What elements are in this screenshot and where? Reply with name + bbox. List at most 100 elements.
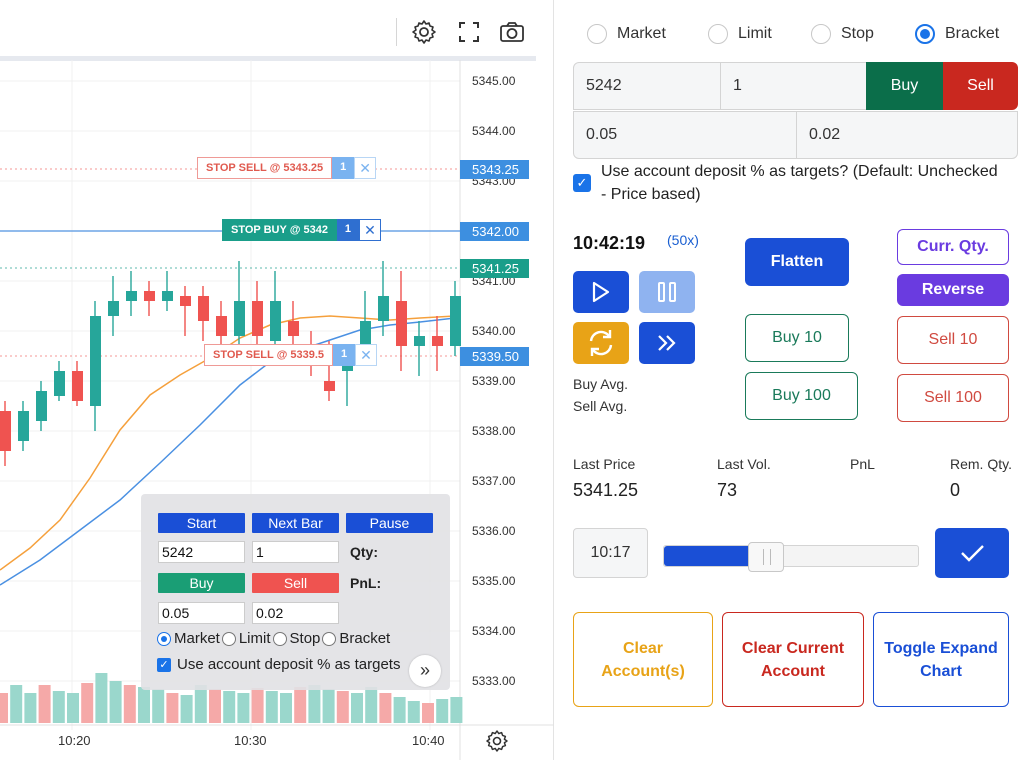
take-profit-input[interactable]: 0.05	[573, 111, 797, 159]
checkbox-checked-icon[interactable]: ✓	[157, 657, 171, 672]
qty-input[interactable]: 1	[720, 62, 867, 110]
rem-qty-label: Rem. Qty.	[950, 456, 1012, 472]
radio-label: Bracket	[945, 25, 1000, 42]
order-tag-qty: 1	[332, 157, 355, 179]
next-bar-button[interactable]: Next Bar	[252, 513, 339, 533]
candle-body	[72, 371, 83, 401]
candle-body	[18, 411, 29, 441]
order-type-bracket[interactable]: Bracket	[915, 24, 999, 44]
clear-current-account-button[interactable]: Clear Current Account	[722, 612, 864, 707]
order-tag-stop-buy[interactable]: STOP BUY @ 5342 1 ✕	[222, 219, 381, 241]
checkmark-icon	[961, 545, 984, 562]
stop-loss-input[interactable]: 0.02	[796, 111, 1018, 159]
radio-stop[interactable]	[272, 631, 287, 646]
radio-market[interactable]	[157, 631, 171, 646]
candle-body	[450, 296, 461, 346]
pause-button[interactable]	[639, 271, 695, 313]
flatten-button[interactable]: Flatten	[745, 238, 849, 286]
qty-input[interactable]: 1	[252, 541, 339, 563]
candle-body	[432, 336, 443, 346]
take-profit-input[interactable]: 0.05	[158, 602, 245, 624]
radio-button-selected[interactable]	[915, 24, 935, 44]
close-icon[interactable]: ✕	[354, 157, 377, 179]
candle-body	[252, 301, 263, 336]
candle-body	[108, 301, 119, 316]
radio-button[interactable]	[811, 24, 831, 44]
deposit-targets-checkbox[interactable]: ✓	[573, 174, 591, 192]
refresh-button[interactable]	[573, 322, 629, 364]
close-icon[interactable]: ✕	[355, 344, 378, 366]
fast-forward-button[interactable]	[639, 322, 695, 364]
order-type-limit[interactable]: Limit	[708, 24, 772, 44]
order-type-market[interactable]: Market	[587, 24, 666, 44]
radio-button[interactable]	[587, 24, 607, 44]
slider-thumb[interactable]	[748, 542, 784, 572]
gear-icon[interactable]	[410, 18, 438, 46]
volume-bar	[52, 691, 65, 723]
order-tag-label: STOP SELL @ 5343.25	[197, 157, 333, 179]
price-tag-stop-sell-1: 5343.25	[460, 160, 529, 179]
price-input[interactable]: 5242	[158, 541, 245, 563]
reverse-button[interactable]: Reverse	[897, 274, 1009, 306]
sell-10-button[interactable]: Sell 10	[897, 316, 1009, 364]
volume-bar	[294, 687, 307, 723]
clear-accounts-button[interactable]: Clear Account(s)	[573, 612, 713, 707]
order-tag-stop-sell-2[interactable]: STOP SELL @ 5339.5 1 ✕	[204, 344, 378, 366]
candle-body	[270, 301, 281, 341]
toggle-expand-chart-button[interactable]: Toggle Expand Chart	[873, 612, 1009, 707]
radio-label: Stop	[289, 630, 321, 647]
candle-body	[126, 291, 137, 301]
sell-button[interactable]: Sell	[252, 573, 339, 593]
time-axis-label: 10:30	[234, 733, 267, 748]
double-chevron-right-icon[interactable]: »	[409, 655, 441, 687]
buy-10-button[interactable]: Buy 10	[745, 314, 849, 362]
candle-body	[396, 301, 407, 346]
volume-bar	[123, 685, 136, 723]
stop-loss-input[interactable]: 0.02	[252, 602, 339, 624]
chart-toolbar	[0, 0, 554, 56]
radio-label: Bracket	[339, 630, 391, 647]
order-type-stop[interactable]: Stop	[811, 24, 874, 44]
replay-speed[interactable]: (50x)	[667, 232, 699, 248]
candle-body	[378, 296, 389, 321]
trading-panel: Market Limit Stop Bracket 5242 1 Buy Sel…	[555, 0, 1024, 760]
replay-clock: 10:42:19	[573, 233, 646, 253]
deposit-targets-checkbox-row[interactable]: ✓ Use account deposit % as targets	[157, 656, 412, 673]
close-icon[interactable]: ✕	[358, 219, 381, 241]
radio-limit[interactable]	[221, 631, 236, 646]
last-price-value: 5341.25	[573, 480, 639, 500]
fullscreen-icon[interactable]	[455, 18, 483, 46]
candle-body	[324, 381, 335, 391]
start-button[interactable]: Start	[158, 513, 245, 533]
price-input[interactable]: 5242	[573, 62, 721, 110]
qty-label: Qty:	[350, 544, 378, 560]
chart-settings-gear-icon[interactable]	[484, 728, 510, 754]
sell-100-button[interactable]: Sell 100	[897, 374, 1009, 422]
buy-button[interactable]: Buy	[866, 62, 943, 110]
radio-button[interactable]	[708, 24, 728, 44]
sell-avg-label: Sell Avg.	[573, 398, 628, 414]
pause-button[interactable]: Pause	[346, 513, 433, 533]
buy-button[interactable]: Buy	[158, 573, 245, 593]
radio-label: Limit	[738, 25, 772, 42]
replay-slider[interactable]	[663, 542, 919, 572]
play-button[interactable]	[573, 271, 629, 313]
order-tag-stop-sell-1[interactable]: STOP SELL @ 5343.25 1 ✕	[197, 157, 377, 179]
current-qty-button[interactable]: Curr. Qty.	[897, 229, 1009, 265]
replay-start-time[interactable]: 10:17	[573, 528, 648, 578]
order-tag-label: STOP BUY @ 5342	[222, 219, 337, 241]
candle-body	[90, 316, 101, 406]
price-axis-label: 5334.00	[472, 624, 516, 638]
confirm-button[interactable]	[935, 528, 1009, 578]
order-lines	[0, 168, 460, 357]
camera-icon[interactable]	[498, 18, 526, 46]
deposit-targets-label: Use account deposit % as targets? (Defau…	[601, 163, 998, 203]
volume-bar	[393, 697, 406, 723]
volume-bar	[436, 699, 449, 723]
candle-body	[54, 371, 65, 396]
volume-bar	[351, 693, 363, 723]
radio-bracket[interactable]	[322, 631, 337, 646]
order-tag-qty: 1	[336, 219, 359, 241]
sell-button[interactable]: Sell	[943, 62, 1018, 110]
buy-100-button[interactable]: Buy 100	[745, 372, 858, 420]
